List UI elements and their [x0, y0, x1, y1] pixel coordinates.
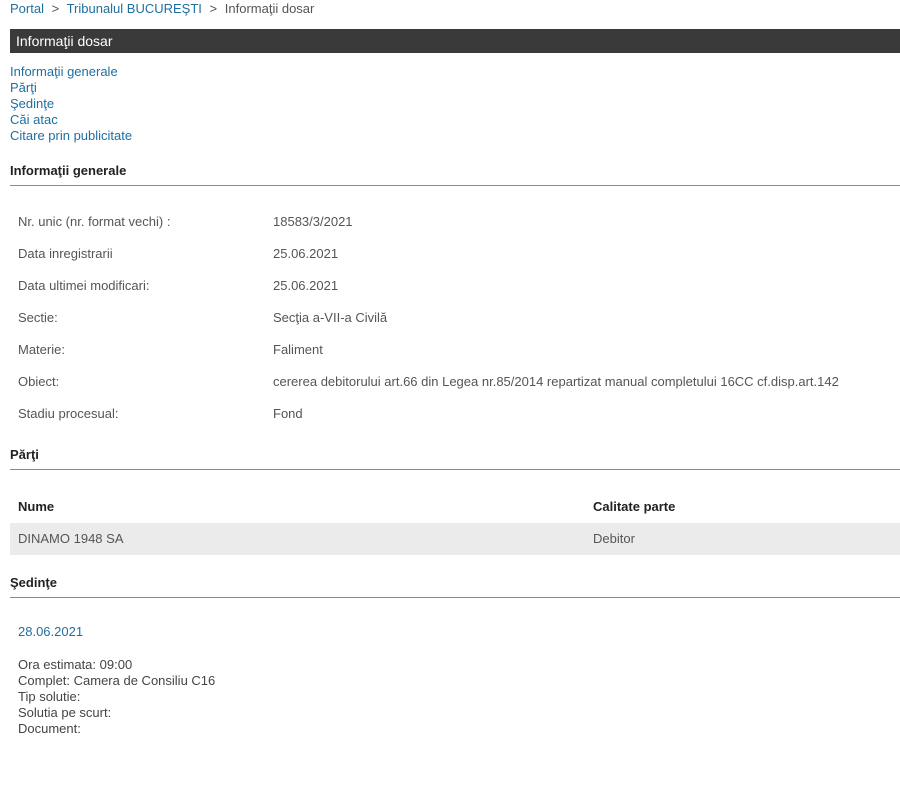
sedinta-date-link[interactable]: 28.06.2021 — [18, 624, 83, 640]
parti-table-header: Nume Calitate parte — [10, 491, 900, 523]
party-name: DINAMO 1948 SA — [18, 531, 124, 546]
info-label: Nr. unic (nr. format vechi) : — [18, 214, 171, 229]
section-heading-sedinte: Şedinţe — [10, 575, 900, 598]
section-heading-parti: Părţi — [10, 447, 900, 470]
breadcrumb: Portal > Tribunalul BUCUREŞTI > Informaţ… — [10, 1, 314, 17]
info-label: Data ultimei modificari: — [18, 278, 150, 293]
anchor-cai-atac[interactable]: Căi atac — [10, 112, 132, 128]
sedinta-details: Ora estimata: 09:00 Complet: Camera de C… — [18, 657, 215, 737]
table-row: DINAMO 1948 SA Debitor — [10, 523, 900, 555]
breadcrumb-current: Informaţii dosar — [224, 1, 315, 16]
info-value: Secţia a-VII-a Civilă — [273, 310, 388, 325]
info-value: Fond — [273, 406, 303, 421]
section-heading-informatii-generale: Informaţii generale — [10, 163, 900, 186]
breadcrumb-separator: > — [51, 1, 60, 16]
info-value: 25.06.2021 — [273, 278, 339, 293]
anchor-sedinte[interactable]: Şedinţe — [10, 96, 132, 112]
info-value: Faliment — [273, 342, 323, 357]
anchor-informatii-generale[interactable]: Informaţii generale — [10, 64, 132, 80]
info-label: Sectie: — [18, 310, 58, 325]
info-label: Obiect: — [18, 374, 60, 389]
breadcrumb-portal-link[interactable]: Portal — [10, 1, 44, 16]
sedinta-ora-estimata: Ora estimata: 09:00 — [18, 657, 133, 672]
sedinta-document: Document: — [18, 721, 81, 736]
section-anchor-list: Informaţii generale Părţi Şedinţe Căi at… — [10, 64, 132, 144]
info-label: Data inregistrarii — [18, 246, 113, 261]
info-label: Stadiu procesual: — [18, 406, 119, 421]
info-value: 18583/3/2021 — [273, 214, 353, 229]
anchor-citare-prin-publicitate[interactable]: Citare prin publicitate — [10, 128, 132, 144]
party-role: Debitor — [593, 531, 635, 546]
page-title-bar: Informaţii dosar — [10, 29, 900, 53]
sedinta-complet: Complet: Camera de Consiliu C16 — [18, 673, 216, 688]
sedinta-solutia-pe-scurt: Solutia pe scurt: — [18, 705, 112, 720]
column-header-nume: Nume — [18, 499, 55, 514]
info-value: cererea debitorului art.66 din Legea nr.… — [273, 374, 839, 389]
info-value: 25.06.2021 — [273, 246, 339, 261]
info-label: Materie: — [18, 342, 65, 357]
sedinta-tip-solutie: Tip solutie: — [18, 689, 81, 704]
breadcrumb-separator: > — [209, 1, 218, 16]
anchor-parti[interactable]: Părţi — [10, 80, 132, 96]
column-header-calitate-parte: Calitate parte — [593, 499, 676, 514]
parti-table: Nume Calitate parte DINAMO 1948 SA Debit… — [10, 491, 900, 555]
breadcrumb-court-link[interactable]: Tribunalul BUCUREŞTI — [67, 1, 202, 16]
